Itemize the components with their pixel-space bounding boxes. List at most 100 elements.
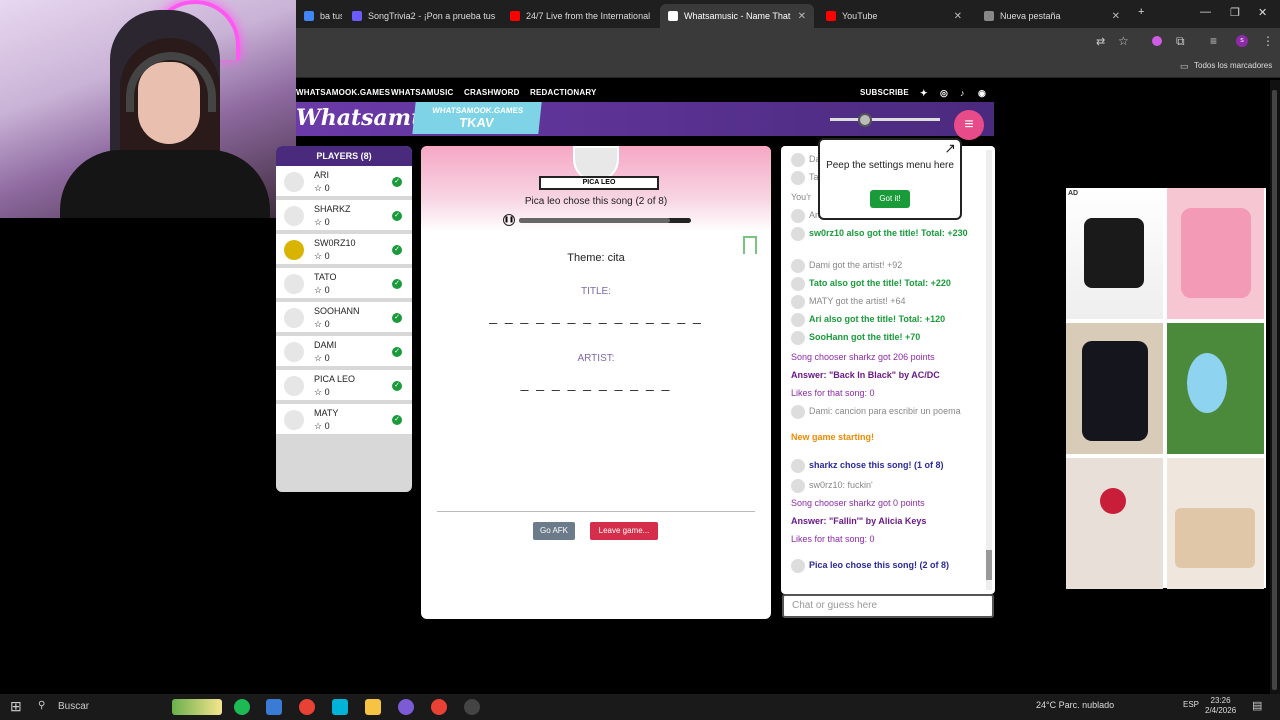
folder-icon: ▭	[1180, 61, 1189, 71]
star-icon[interactable]: ☆	[1118, 34, 1129, 48]
chat-message: sw0rz10: fuckin'	[791, 478, 979, 493]
restore-icon[interactable]: ❐	[1230, 6, 1240, 19]
ad-image-jacket[interactable]	[1066, 323, 1163, 454]
nav-whatsamook[interactable]: WHATSAMOOK.GAMES	[296, 88, 390, 97]
minimize-icon[interactable]: —	[1200, 6, 1211, 18]
tab-favicon-icon	[352, 11, 362, 21]
settings-menu-button[interactable]: ≡	[954, 110, 984, 140]
avatar	[791, 152, 805, 167]
copilot-icon[interactable]	[266, 699, 282, 715]
ad-image-shirt[interactable]	[1066, 188, 1163, 319]
extension-icon[interactable]	[1152, 36, 1162, 46]
nav-whatsamusic[interactable]: WHATSAMUSIC	[391, 88, 454, 97]
chat-message: Tato also got the title! Total: +220	[791, 276, 979, 291]
check-icon: ✓	[392, 415, 402, 425]
ad-image-plush[interactable]	[1167, 188, 1264, 319]
notification-icon[interactable]: ▤	[1252, 699, 1262, 712]
twitter-icon[interactable]: ✦	[920, 88, 928, 99]
pause-icon[interactable]: ❚❚	[503, 214, 515, 226]
leave-game-button[interactable]: Leave game...	[590, 522, 658, 540]
check-icon: ✓	[392, 347, 402, 357]
browser-tab[interactable]: 24/7 Live from the International✕	[502, 4, 654, 28]
app-icon-2[interactable]	[464, 699, 480, 715]
chrome-active-icon[interactable]	[431, 699, 447, 715]
chrome-icon[interactable]	[299, 699, 315, 715]
language-indicator[interactable]: ESP	[1183, 700, 1199, 709]
room-tag: WHATSAMOOK.GAMES TKAV	[412, 102, 542, 134]
puzzle-icon[interactable]: ⧉	[1176, 34, 1185, 49]
avatar	[791, 170, 805, 185]
page-scroll-thumb[interactable]	[1272, 90, 1277, 690]
weather-widget[interactable]: 24°C Parc. nublado	[1036, 700, 1114, 710]
tab-favicon-icon	[304, 11, 314, 21]
avatar	[791, 312, 805, 327]
close-tab-icon[interactable]: ✕	[954, 11, 962, 22]
game-panel: PICA LEO Pica leo chose this song (2 of …	[421, 146, 771, 619]
more-menu-icon[interactable]: ⋮	[1262, 34, 1274, 48]
translate-icon[interactable]: ⇄	[1096, 35, 1105, 48]
browser-tab[interactable]: SongTrivia2 - ¡Pon a prueba tus✕	[344, 4, 496, 28]
avatar	[791, 226, 805, 241]
spotify-icon[interactable]	[234, 699, 250, 715]
check-icon: ✓	[392, 313, 402, 323]
app-icon[interactable]	[332, 699, 348, 715]
avatar	[284, 342, 304, 362]
go-afk-button[interactable]: Go AFK	[533, 522, 575, 540]
nav-crashword[interactable]: CRASHWORD	[464, 88, 520, 97]
avatar	[284, 240, 304, 260]
artist-blanks: _ _ _ _ _ _ _ _ _ _	[520, 375, 672, 391]
profile-avatar[interactable]: s	[1236, 35, 1248, 47]
got-it-button[interactable]: Got it!	[870, 190, 910, 208]
browser-tab-active[interactable]: Whatsamusic - Name That ✕	[660, 4, 814, 28]
title-label: TITLE:	[580, 286, 611, 297]
volume-slider[interactable]	[830, 118, 940, 121]
taskbar-search[interactable]: Buscar	[58, 699, 188, 715]
chat-message: Dami got the artist! +92	[791, 258, 979, 273]
windows-start-icon[interactable]: ⊞	[10, 698, 22, 715]
discord-icon[interactable]: ◉	[978, 88, 986, 99]
check-icon: ✓	[392, 381, 402, 391]
ad-image-wand[interactable]	[1066, 458, 1163, 589]
close-tab-icon[interactable]: ✕	[798, 11, 806, 22]
ad-panel[interactable]	[1066, 188, 1266, 589]
artist-label: ARTIST:	[577, 353, 615, 364]
system-clock[interactable]: 23:26 2/4/2026	[1205, 696, 1236, 716]
file-explorer-icon[interactable]	[365, 699, 381, 715]
room-code: TKAV	[458, 115, 495, 130]
avatar	[284, 376, 304, 396]
playlist-icon[interactable]: ≡	[1210, 34, 1217, 48]
tiktok-icon[interactable]: ♪	[960, 88, 965, 98]
all-bookmarks-link[interactable]: Todos los marcadores	[1194, 61, 1272, 70]
avatar	[791, 276, 805, 291]
chat-message: Likes for that song: 0	[791, 388, 875, 398]
instagram-icon[interactable]: ◎	[940, 88, 948, 99]
chat-scroll-thumb[interactable]	[986, 550, 992, 580]
nav-redactionary[interactable]: REDACTIONARY	[530, 88, 597, 97]
chat-scrollbar[interactable]	[986, 150, 992, 590]
close-tab-icon[interactable]: ✕	[1112, 11, 1120, 22]
chat-message: sharkz chose this song! (1 of 8)	[791, 458, 979, 473]
subscribe-link[interactable]: SUBSCRIBE	[860, 88, 909, 97]
tab-favicon-icon	[510, 11, 520, 21]
tab-favicon-icon	[826, 11, 836, 21]
avatar	[791, 294, 805, 309]
chat-message: MATY got the artist! +64	[791, 294, 979, 309]
browser-tab[interactable]: Nueva pestaña ✕	[976, 4, 1128, 28]
page-scrollbar[interactable]	[1270, 80, 1280, 694]
check-icon: ✓	[392, 211, 402, 221]
close-window-icon[interactable]: ✕	[1258, 6, 1267, 19]
ad-image-figures[interactable]	[1167, 458, 1264, 589]
browser-tab[interactable]: YouTube ✕	[818, 4, 970, 28]
avatar	[791, 558, 805, 573]
volume-knob[interactable]	[858, 113, 872, 127]
theme-text: Theme: cita	[567, 252, 625, 264]
obs-icon[interactable]	[398, 699, 414, 715]
chat-message: Ari also got the title! Total: +120	[791, 312, 979, 327]
ad-image-bird[interactable]	[1167, 323, 1264, 454]
new-tab-icon[interactable]: +	[1138, 6, 1144, 18]
widget-icon[interactable]	[172, 699, 222, 715]
song-progress-fill	[519, 218, 671, 223]
chat-input[interactable]: Chat or guess here	[782, 594, 994, 618]
browser-tab[interactable]: ba tus	[296, 4, 342, 28]
clock-time: 23:26	[1210, 696, 1231, 705]
